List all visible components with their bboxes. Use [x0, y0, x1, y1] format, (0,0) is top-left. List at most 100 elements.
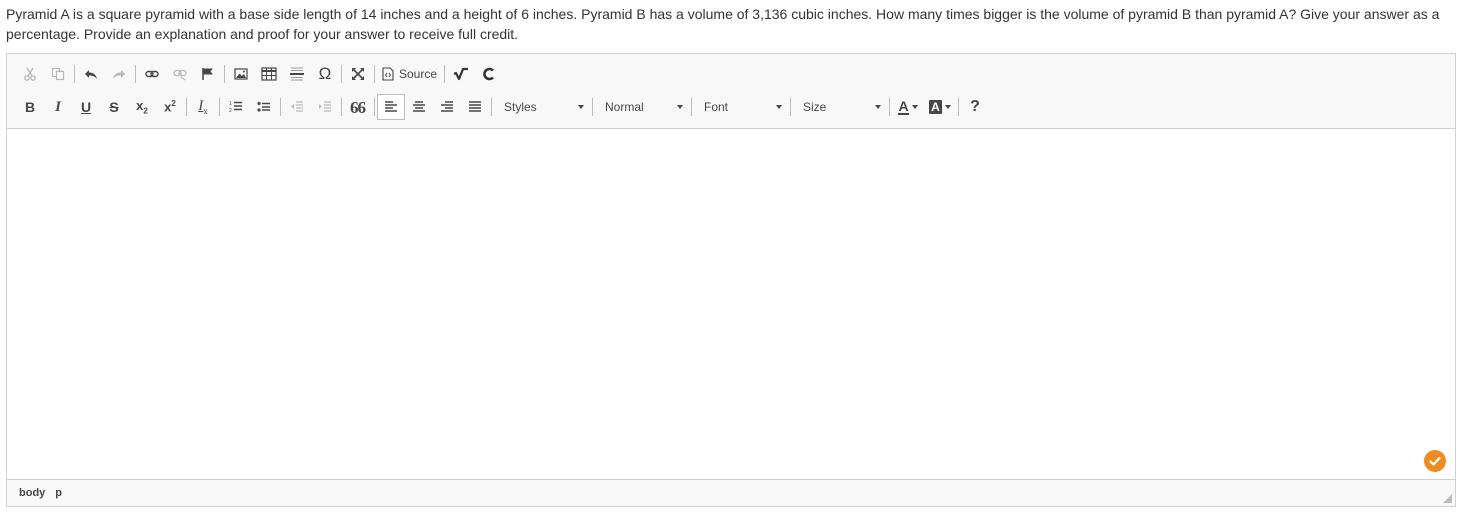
font-label: Font — [704, 100, 729, 114]
copy-button[interactable] — [44, 61, 72, 87]
remove-format-button[interactable]: Ix — [189, 94, 217, 120]
strikethrough-button[interactable]: S — [100, 94, 128, 120]
undo-button[interactable] — [77, 61, 105, 87]
justify-icon — [468, 100, 482, 114]
subscript-digit: 2 — [143, 106, 148, 116]
path-item-p[interactable]: p — [55, 487, 62, 499]
toolbar-separator — [592, 98, 593, 116]
chevron-down-icon — [776, 105, 782, 109]
bold-button[interactable]: B — [16, 94, 44, 120]
horizontal-line-button[interactable] — [283, 61, 311, 87]
toolbar-separator — [691, 98, 692, 116]
align-center-button[interactable] — [405, 94, 433, 120]
math-icon — [453, 67, 469, 81]
toolbar-separator — [224, 65, 225, 83]
justify-button[interactable] — [461, 94, 489, 120]
superscript-icon: x2 — [164, 99, 176, 114]
text-color-button[interactable]: A — [892, 94, 924, 120]
anchor-flag-icon — [201, 67, 215, 81]
editor-toolbar: Ω Source B I U S x2 x2 Ix 1 2 99 Styles … — [7, 54, 1455, 129]
source-label: Source — [399, 67, 438, 81]
italic-button[interactable]: I — [44, 94, 72, 120]
source-icon — [382, 67, 394, 81]
toolbar-separator — [186, 98, 187, 116]
background-color-icon: A — [929, 100, 942, 114]
outdent-button[interactable] — [283, 94, 311, 120]
text-color-icon: A — [898, 97, 909, 115]
maximize-icon — [351, 67, 365, 81]
styles-label: Styles — [504, 100, 537, 114]
toolbar-separator — [219, 98, 220, 116]
toolbar-separator — [790, 98, 791, 116]
chevron-down-icon — [944, 105, 951, 109]
toolbar-separator — [135, 65, 136, 83]
subscript-button[interactable]: x2 — [128, 94, 156, 120]
outdent-icon — [290, 100, 304, 114]
unlink-button[interactable] — [166, 61, 194, 87]
indent-icon — [318, 100, 332, 114]
link-icon — [145, 67, 159, 81]
question-text: Pyramid A is a square pyramid with a bas… — [6, 6, 1440, 42]
toolbar-row-2: B I U S x2 x2 Ix 1 2 99 Styles Normal Fo… — [16, 93, 989, 121]
table-button[interactable] — [255, 61, 283, 87]
underline-button[interactable]: U — [72, 94, 100, 120]
chemistry-icon — [482, 67, 496, 81]
blockquote-icon: 99 — [350, 98, 366, 117]
undo-icon — [84, 67, 98, 81]
copy-icon — [51, 67, 65, 81]
blockquote-button[interactable]: 99 — [344, 94, 372, 120]
svg-text:1: 1 — [229, 101, 232, 107]
horizontal-line-icon — [290, 66, 304, 82]
maximize-button[interactable] — [344, 61, 372, 87]
image-button[interactable] — [227, 61, 255, 87]
format-dropdown[interactable]: Normal — [595, 94, 689, 120]
editor-statusbar: body p — [7, 479, 1455, 506]
align-left-icon — [384, 100, 398, 114]
remove-format-icon: Ix — [198, 98, 208, 116]
background-color-button[interactable]: A — [924, 94, 956, 120]
toolbar-separator — [491, 98, 492, 116]
link-button[interactable] — [138, 61, 166, 87]
resize-handle-icon[interactable] — [1443, 494, 1452, 503]
styles-dropdown[interactable]: Styles — [494, 94, 590, 120]
size-dropdown[interactable]: Size — [793, 94, 887, 120]
font-dropdown[interactable]: Font — [694, 94, 788, 120]
redo-button[interactable] — [105, 61, 133, 87]
toolbar-separator — [280, 98, 281, 116]
chevron-down-icon — [911, 105, 918, 109]
remove-format-sub: x — [203, 106, 208, 116]
toolbar-separator — [341, 98, 342, 116]
size-label: Size — [803, 100, 827, 114]
path-item-body[interactable]: body — [19, 487, 45, 499]
toolbar-separator — [889, 98, 890, 116]
numbered-list-button[interactable]: 12 — [222, 94, 250, 120]
toolbar-separator — [374, 65, 375, 83]
toolbar-separator — [74, 65, 75, 83]
svg-text:2: 2 — [229, 108, 232, 114]
align-right-button[interactable] — [433, 94, 461, 120]
align-right-icon — [440, 100, 454, 114]
subscript-icon: x2 — [136, 98, 148, 116]
anchor-button[interactable] — [194, 61, 222, 87]
special-char-button[interactable]: Ω — [311, 61, 339, 87]
superscript-button[interactable]: x2 — [156, 94, 184, 120]
help-button[interactable]: ? — [961, 94, 989, 120]
rich-text-editor: Ω Source B I U S x2 x2 Ix 1 2 99 Styles … — [6, 53, 1456, 507]
spellcheck-badge[interactable] — [1424, 450, 1446, 472]
cut-button[interactable] — [16, 61, 44, 87]
numbered-list-icon: 12 — [229, 100, 243, 114]
source-button[interactable]: Source — [377, 61, 442, 87]
editor-content-area[interactable] — [7, 130, 1455, 479]
strikethrough-icon: S — [109, 99, 119, 115]
chevron-down-icon — [578, 105, 584, 109]
math-button[interactable] — [447, 61, 475, 87]
indent-button[interactable] — [311, 94, 339, 120]
cut-icon — [23, 67, 37, 81]
table-icon — [261, 67, 277, 81]
align-left-button[interactable] — [377, 94, 405, 120]
bold-icon: B — [24, 99, 36, 115]
underline-icon: U — [80, 99, 92, 115]
toolbar-separator — [958, 98, 959, 116]
chemistry-button[interactable] — [475, 61, 503, 87]
bulleted-list-button[interactable] — [250, 94, 278, 120]
